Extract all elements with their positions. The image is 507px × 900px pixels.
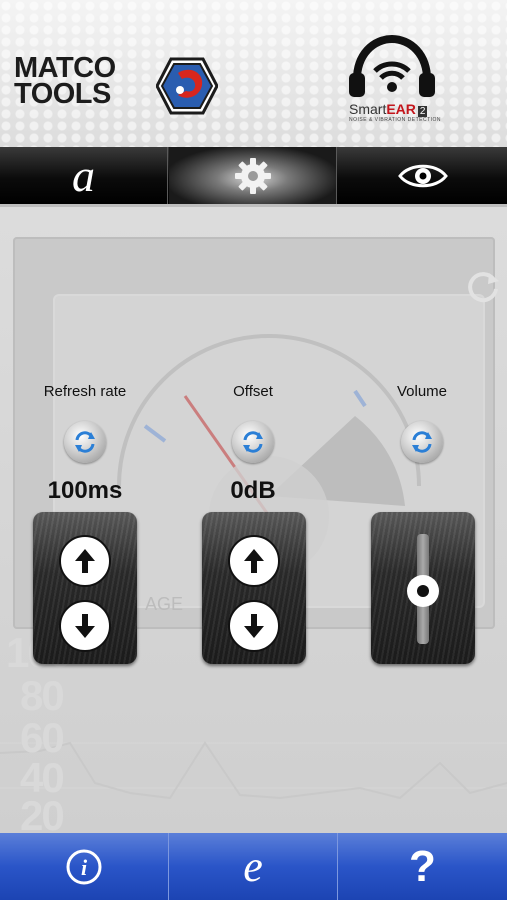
arrow-up-icon <box>244 549 264 573</box>
help-button[interactable]: ? <box>338 833 507 900</box>
sync-icon <box>243 431 263 453</box>
scale-label: 80 <box>20 672 65 719</box>
info-button[interactable]: i <box>0 833 169 900</box>
info-glyph: i <box>81 855 88 880</box>
tab-view[interactable] <box>338 147 507 204</box>
scale-label: 60 <box>20 714 65 761</box>
offset-up-button[interactable] <box>228 535 280 587</box>
e-button[interactable]: e <box>169 833 338 900</box>
refresh-rate-stepper <box>33 512 137 664</box>
sync-icon <box>75 431 95 453</box>
brand-wordmark: MATCO TOOLS <box>14 54 116 110</box>
gauge-label-fragment: AGE <box>145 594 184 614</box>
product-prefix: Smart <box>349 101 387 117</box>
tab-analyzer[interactable]: a <box>0 147 168 204</box>
matco-hexagon-icon <box>156 57 218 115</box>
arrow-down-icon <box>75 614 95 638</box>
info-icon: i <box>66 849 102 884</box>
volume-slider-pad <box>371 512 475 664</box>
headphones-wifi-icon <box>349 35 435 97</box>
eye-icon <box>397 164 448 187</box>
product-version: 2 <box>417 106 428 117</box>
e-icon: e <box>243 842 263 891</box>
product-subtitle: NOISE & VIBRATION DETECTION <box>349 117 442 123</box>
refresh-rate-value: 100ms <box>47 477 123 504</box>
gear-icon <box>234 157 271 194</box>
offset-reset-button[interactable] <box>232 421 274 463</box>
top-tab-bar: a <box>0 147 507 207</box>
scale-label: 20 <box>20 792 65 834</box>
app-header: MATCO TOOLS SmartEAR 2 NOISE & VIBRATION … <box>0 0 507 147</box>
analyzer-icon: a <box>72 149 95 201</box>
smartear-wordmark: SmartEAR 2 <box>349 101 428 117</box>
refresh-rate-up-button[interactable] <box>59 535 111 587</box>
product-ear: EAR <box>386 101 416 117</box>
settings-panel: AGE 100 80 60 40 20 Refresh rate 100ms <box>0 207 507 833</box>
matco-tools-logo: MATCO TOOLS <box>14 54 219 117</box>
volume-label: Volume <box>396 383 448 400</box>
brand-line-2: TOOLS <box>14 78 111 110</box>
reset-icon[interactable] <box>465 269 501 305</box>
help-icon: ? <box>409 841 436 891</box>
smartear-logo: SmartEAR 2 NOISE & VIBRATION DETECTION <box>345 35 442 125</box>
refresh-rate-label: Refresh rate <box>43 383 127 400</box>
offset-down-button[interactable] <box>228 600 280 652</box>
arrow-down-icon <box>244 614 264 638</box>
refresh-rate-reset-button[interactable] <box>64 421 106 463</box>
volume-reset-button[interactable] <box>401 421 443 463</box>
refresh-rate-down-button[interactable] <box>59 600 111 652</box>
volume-slider-thumb[interactable] <box>407 575 439 608</box>
offset-label: Offset <box>233 383 273 400</box>
volume-thumb-dot <box>417 585 429 598</box>
tab-settings[interactable] <box>169 147 337 204</box>
bottom-toolbar: i e ? <box>0 833 507 900</box>
arrow-up-icon <box>75 549 95 573</box>
offset-stepper <box>202 512 306 664</box>
sync-icon <box>412 431 432 453</box>
offset-value: 0dB <box>230 477 276 504</box>
